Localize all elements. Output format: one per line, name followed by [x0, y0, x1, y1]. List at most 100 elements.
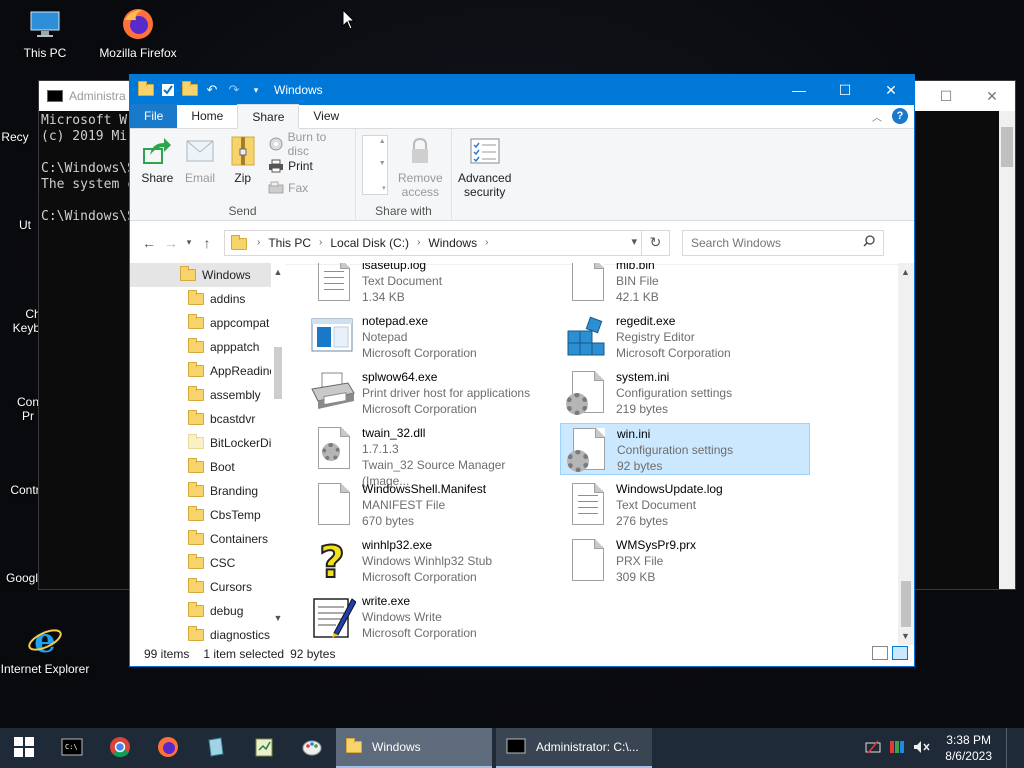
file-item-notepad-exe[interactable]: notepad.exe Notepad Microsoft Corporation	[306, 311, 556, 363]
chevron-right-icon[interactable]: ›	[481, 237, 492, 248]
tiles-view-icon[interactable]	[892, 646, 908, 660]
nav-item[interactable]: CbsTemp	[130, 503, 285, 527]
desktop-icon-ie[interactable]: e Internet Explorer	[0, 621, 90, 676]
taskbar-firefox[interactable]	[144, 728, 192, 768]
nav-item[interactable]: addins	[130, 287, 285, 311]
breadcrumb-this-pc[interactable]: This PC	[264, 236, 315, 250]
tab-share[interactable]: Share	[237, 104, 300, 129]
scroll-down-icon[interactable]: ▼	[271, 613, 285, 623]
nav-item[interactable]: Branding	[130, 479, 285, 503]
nav-item-windows[interactable]: Windows	[130, 263, 285, 287]
maximize-button[interactable]: ☐	[822, 75, 868, 105]
start-button[interactable]	[0, 728, 48, 768]
scroll-thumb[interactable]	[901, 581, 911, 627]
taskbar-cmd-window[interactable]: Administrator: C:\...	[496, 728, 652, 768]
taskbar-app-notes[interactable]	[240, 728, 288, 768]
nav-item[interactable]: BitLockerDiscoveryVolumeContents	[130, 431, 285, 455]
fax-button[interactable]: Fax	[268, 179, 349, 197]
scroll-up-icon[interactable]: ▲	[901, 267, 910, 277]
forward-button[interactable]: →	[160, 231, 182, 255]
nav-item[interactable]: appcompat	[130, 311, 285, 335]
taskbar-app-notebook[interactable]	[192, 728, 240, 768]
explorer-window[interactable]: ↶ ↷ ▾ Windows — ☐ ✕ File Home Share View…	[129, 74, 915, 667]
file-item-winhlp32-exe[interactable]: ? winhlp32.exe Windows Winhlp32 Stub Micro…	[306, 535, 556, 589]
nav-item[interactable]: Containers	[130, 527, 285, 551]
chevron-right-icon[interactable]: ›	[315, 237, 326, 248]
desktop-icon-firefox[interactable]: Mozilla Firefox	[93, 6, 183, 60]
notifications-icon[interactable]	[1006, 728, 1012, 768]
cmd-scrollbar[interactable]	[999, 111, 1015, 589]
file-item-twain32-dll[interactable]: twain_32.dll 1.7.1.3 Twain_32 Source Manag…	[306, 423, 556, 488]
nav-item[interactable]: CSC	[130, 551, 285, 575]
file-item-system-ini[interactable]: system.ini Configuration settings 219 byte…	[560, 367, 810, 419]
file-item-wmsyspr9-prx[interactable]: WMSysPr9.prx PRX File 309 KB	[560, 535, 810, 587]
chevron-down-icon[interactable]: ▾	[631, 235, 637, 248]
share-with-list[interactable]: ▲ ▼ ▾	[362, 135, 388, 195]
folder-icon	[188, 290, 204, 305]
search-icon	[863, 235, 875, 250]
chevron-right-icon[interactable]: ›	[253, 237, 264, 248]
customize-qat-icon[interactable]: ▾	[248, 82, 264, 98]
navigation-pane[interactable]: Windows addins appcompat apppatch AppRea…	[130, 263, 286, 645]
redo-icon[interactable]: ↷	[226, 82, 242, 98]
file-item-regedit-exe[interactable]: regedit.exe Registry Editor Microsoft Corp…	[560, 311, 810, 363]
nav-item[interactable]: AppReadiness	[130, 359, 285, 383]
minimize-button[interactable]: —	[776, 75, 822, 105]
cmd-maximize-button[interactable]: ☐	[923, 81, 969, 111]
undo-icon[interactable]: ↶	[204, 82, 220, 98]
properties-icon[interactable]	[160, 82, 176, 98]
nav-item[interactable]: bcastdvr	[130, 407, 285, 431]
file-item-splwow64-exe[interactable]: splwow64.exe Print driver host for applic…	[306, 367, 556, 419]
network-icon[interactable]	[865, 740, 881, 757]
search-box[interactable]	[682, 229, 884, 256]
print-button[interactable]: Print	[268, 157, 349, 175]
chevron-right-icon[interactable]: ›	[413, 237, 424, 248]
file-item-write-exe[interactable]: write.exe Windows Write Microsoft Corporat…	[306, 591, 556, 643]
scroll-down-icon[interactable]: ▼	[901, 631, 910, 641]
disc-icon	[268, 136, 284, 152]
cmd-close-button[interactable]: ✕	[969, 81, 1015, 111]
taskbar-chrome[interactable]	[96, 728, 144, 768]
taskbar-app-paint[interactable]	[288, 728, 336, 768]
back-button[interactable]: ←	[138, 231, 160, 255]
tab-home[interactable]: Home	[177, 104, 237, 128]
nav-item[interactable]: apppatch	[130, 335, 285, 359]
nav-scrollbar[interactable]: ▲ ▼	[271, 263, 285, 645]
desktop-icon-this-pc[interactable]: This PC	[0, 6, 90, 60]
advanced-security-button[interactable]: Advanced security	[458, 133, 511, 221]
display-icon[interactable]	[889, 740, 905, 757]
nav-item[interactable]: debug	[130, 599, 285, 623]
file-item-windowsshell-manifest[interactable]: WindowsShell.Manifest MANIFEST File 670 by…	[306, 479, 556, 531]
taskbar-explorer-window[interactable]: Windows	[336, 728, 492, 768]
collapse-ribbon-icon[interactable]: ︿	[872, 109, 882, 124]
file-list-scrollbar[interactable]: ▲ ▼	[898, 263, 914, 645]
scroll-up-icon[interactable]: ▲	[271, 267, 285, 277]
details-view-icon[interactable]	[872, 646, 888, 660]
breadcrumb-windows[interactable]: Windows	[424, 236, 481, 250]
burn-to-disc-button[interactable]: Burn to disc	[268, 130, 349, 158]
nav-item[interactable]: Cursors	[130, 575, 285, 599]
recent-locations-button[interactable]: ▾	[182, 231, 196, 255]
file-item-lsasetup-log[interactable]: lsasetup.log Text Document 1.34 KB	[306, 263, 556, 307]
close-button[interactable]: ✕	[868, 75, 914, 105]
nav-item[interactable]: assembly	[130, 383, 285, 407]
clock[interactable]: 3:38 PM 8/6/2023	[945, 732, 992, 764]
refresh-button[interactable]: ↻	[642, 229, 670, 256]
tab-file[interactable]: File	[130, 104, 178, 128]
file-item-windowsupdate-log[interactable]: WindowsUpdate.log Text Document 276 bytes	[560, 479, 810, 531]
new-folder-icon[interactable]	[182, 81, 198, 98]
file-item-win-ini[interactable]: win.ini Configuration settings 92 bytes	[560, 423, 810, 475]
search-input[interactable]	[691, 235, 851, 250]
explorer-titlebar[interactable]: ↶ ↷ ▾ Windows — ☐ ✕	[130, 75, 914, 105]
scroll-thumb[interactable]	[274, 347, 282, 399]
help-icon[interactable]: ?	[892, 108, 908, 124]
file-item-mib-bin[interactable]: mib.bin BIN File 42.1 KB	[560, 263, 810, 307]
breadcrumb-local-disk[interactable]: Local Disk (C:)	[326, 236, 413, 250]
file-list[interactable]: lsasetup.log Text Document 1.34 KB mib.bin…	[286, 263, 914, 645]
taskbar-cmd-pin[interactable]: C:\	[48, 728, 96, 768]
up-button[interactable]: ↑	[196, 231, 218, 255]
address-bar[interactable]: › This PC › Local Disk (C:) › Windows › …	[224, 229, 642, 256]
volume-muted-icon[interactable]	[913, 740, 931, 757]
tab-view[interactable]: View	[299, 104, 353, 128]
nav-item[interactable]: Boot	[130, 455, 285, 479]
